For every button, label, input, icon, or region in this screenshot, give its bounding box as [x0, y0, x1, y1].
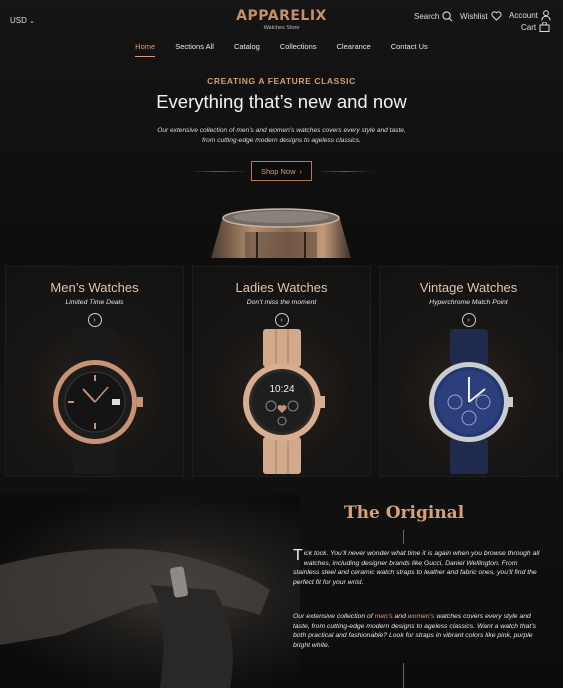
search-label: Search [414, 12, 440, 21]
card-arrow-button[interactable]: › [274, 313, 289, 327]
cart-label: Cart [521, 22, 537, 32]
card-subtitle: Hyperchrome Match Point [429, 299, 508, 306]
original-paragraph-1: Tick tock. You’ll never wonder what time… [293, 547, 543, 587]
page: USD ⌄ APPARELIX Watches Store Search Wis… [0, 0, 563, 688]
heart-icon [490, 11, 502, 21]
card-subtitle: Don’t miss the moment [246, 299, 317, 306]
site-logo-subtitle: Watches Store [263, 25, 300, 31]
decorative-line-left [190, 171, 248, 172]
shop-now-button[interactable]: Shop Now › [251, 161, 312, 181]
site-header: USD ⌄ APPARELIX Watches Store Search Wis… [0, 0, 563, 64]
original-paragraph-2: Our extensive collection of men’s and wo… [293, 612, 543, 650]
divider-bottom [403, 663, 404, 688]
watch-face-time: 10:24 [269, 384, 294, 395]
dropcap-letter: T [293, 547, 303, 564]
decorative-line-right [316, 171, 374, 172]
shop-now-label: Shop Now [260, 166, 296, 176]
mens-watch-image [53, 329, 143, 474]
chevron-right-icon: › [299, 166, 303, 176]
hero-description: Our extensive collection of men’s and wo… [157, 127, 406, 144]
wishlist-link[interactable]: Wishlist [460, 11, 502, 21]
hero-title: Everything that’s new and now [156, 91, 407, 112]
card-arrow-button[interactable]: › [461, 313, 476, 327]
wrist-watch-photo [0, 495, 300, 688]
section-title: The Original [344, 503, 465, 523]
main-nav: Home Sections All Catalog Collections Cl… [0, 42, 563, 57]
card-title: Vintage Watches [419, 280, 518, 295]
arm-silhouette [0, 548, 270, 688]
account-label: Account [509, 11, 538, 20]
mens-link[interactable]: men’s [375, 613, 393, 620]
nav-item-sections-all[interactable]: Sections All [165, 42, 224, 51]
paragraph-2-lead: Our extensive collection of [293, 613, 375, 620]
user-icon [541, 10, 551, 21]
nav-item-contact-us[interactable]: Contact Us [381, 42, 438, 51]
card-arrow-button[interactable]: › [87, 313, 102, 327]
womens-link[interactable]: women’s [408, 613, 435, 620]
nav-item-catalog[interactable]: Catalog [224, 42, 270, 51]
search-icon [442, 11, 453, 22]
nav-item-clearance[interactable]: Clearance [327, 42, 381, 51]
card-title: Men’s Watches [50, 280, 139, 295]
account-link[interactable]: Account [509, 10, 551, 21]
card-title: Ladies Watches [235, 280, 328, 295]
card-vintage-watches[interactable]: Vintage Watches Hyperchrome Match Point … [379, 266, 558, 477]
ladies-watch-image: 10:24 [243, 329, 325, 474]
cart-link[interactable]: Cart [521, 22, 550, 32]
card-ladies-watches[interactable]: Ladies Watches Don’t miss the moment › 1… [192, 266, 371, 477]
hero-eyebrow: CREATING A FEATURE CLASSIC [207, 76, 356, 86]
cart-icon [539, 22, 550, 32]
paragraph-2-and: and [392, 613, 408, 620]
nav-item-home[interactable]: Home [125, 42, 165, 57]
search-link[interactable]: Search [414, 11, 453, 22]
divider-top [403, 530, 404, 544]
wishlist-label: Wishlist [460, 11, 488, 21]
card-mens-watches[interactable]: Men’s Watches Limited Time Deals › [5, 266, 184, 477]
paragraph-1-text: ick tock. You’ll never wonder what time … [293, 550, 540, 586]
card-subtitle: Limited Time Deals [65, 299, 124, 306]
vintage-watch-image [429, 329, 513, 474]
hero-watch-image [211, 208, 351, 258]
nav-item-collections[interactable]: Collections [270, 42, 327, 51]
